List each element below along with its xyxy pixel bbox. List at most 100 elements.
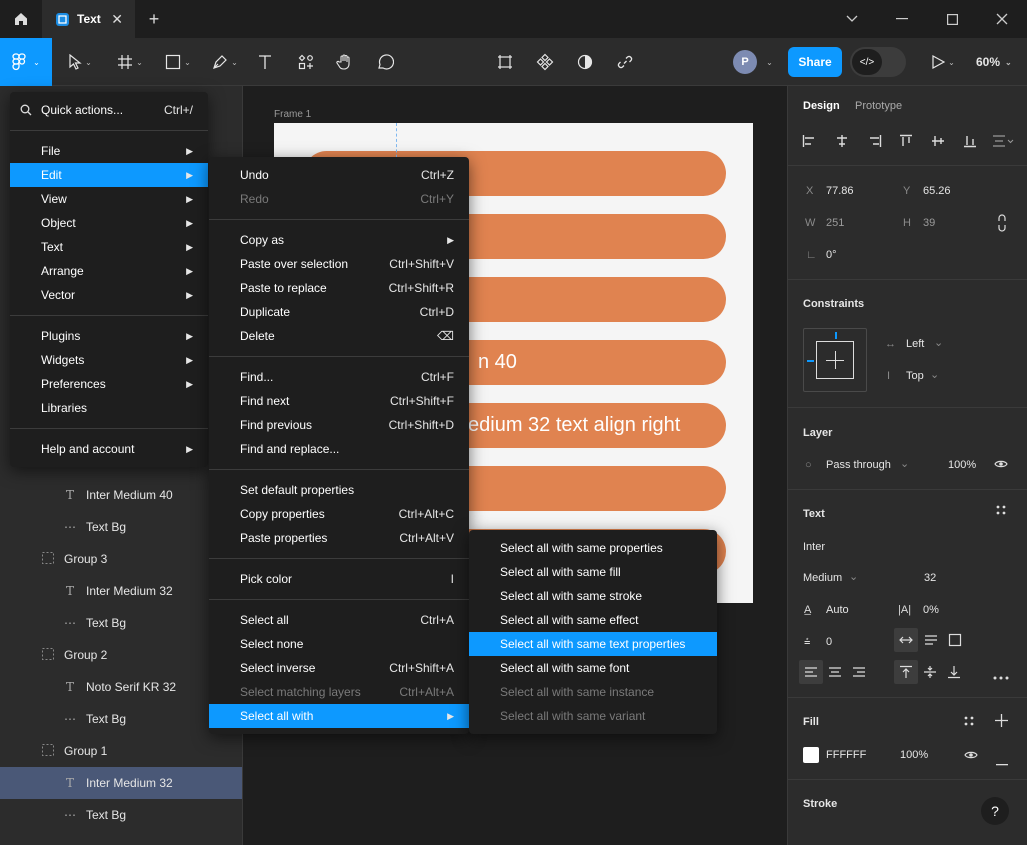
vertical-align-bottom-icon[interactable] xyxy=(947,665,961,682)
crop-button[interactable] xyxy=(492,38,518,86)
home-button[interactable] xyxy=(0,0,42,38)
vertical-align-top-button[interactable] xyxy=(894,660,918,684)
layer-item[interactable]: ⋯ Text Bg xyxy=(0,607,242,639)
menu-select-all-with-same-properties[interactable]: Select all with same properties xyxy=(469,536,717,560)
component-button[interactable] xyxy=(532,38,558,86)
menu-select-all-with-same-effect[interactable]: Select all with same effect xyxy=(469,608,717,632)
edit-menu-delete[interactable]: Delete ⌫ xyxy=(209,324,469,348)
constraints-widget[interactable] xyxy=(803,328,867,392)
eye-icon[interactable] xyxy=(994,458,1008,473)
main-menu-arrange[interactable]: Arrange ▶ xyxy=(10,259,208,283)
fixed-size-icon[interactable] xyxy=(948,633,962,650)
paragraph-spacing-field[interactable]: 0 xyxy=(826,636,832,648)
layer-opacity-field[interactable]: 100% xyxy=(948,459,976,471)
h-field[interactable]: 39 xyxy=(923,217,935,229)
layer-item[interactable]: T Inter Medium 32 xyxy=(0,575,242,607)
canvas-text[interactable]: n 40 xyxy=(478,351,517,374)
edit-menu-set-default-properties[interactable]: Set default properties xyxy=(209,478,469,502)
align-horizontal-center-icon[interactable] xyxy=(835,134,849,151)
layer-item[interactable]: T Inter Medium 32 xyxy=(0,767,242,799)
horizontal-constraint-select[interactable]: Left xyxy=(906,338,924,350)
layer-item[interactable]: Group 3 xyxy=(0,543,242,575)
move-tool[interactable]: ⌄ xyxy=(60,38,100,86)
align-right-icon[interactable] xyxy=(868,134,882,151)
frame-label[interactable]: Frame 1 xyxy=(274,109,311,120)
line-height-field[interactable]: Auto xyxy=(826,604,849,616)
text-tool[interactable] xyxy=(252,38,278,86)
maximize-button[interactable] xyxy=(927,0,977,38)
menu-select-all-with-same-fill[interactable]: Select all with same fill xyxy=(469,560,717,584)
help-button[interactable]: ? xyxy=(981,797,1009,825)
fill-styles-icon[interactable] xyxy=(963,715,975,730)
more-options-icon[interactable] xyxy=(993,668,1009,683)
edit-menu-select-all-with[interactable]: Select all with ▶ xyxy=(209,704,469,728)
text-styles-icon[interactable] xyxy=(995,504,1007,519)
edit-menu-copy-properties[interactable]: Copy properties Ctrl+Alt+C xyxy=(209,502,469,526)
link-button[interactable] xyxy=(612,38,638,86)
text-align-center-icon[interactable] xyxy=(828,666,842,681)
eye-icon[interactable] xyxy=(964,749,978,764)
font-weight-select[interactable]: Medium xyxy=(803,572,842,584)
new-tab-button[interactable]: + xyxy=(142,8,166,30)
layer-item[interactable]: Group 2 xyxy=(0,639,242,671)
letter-spacing-field[interactable]: 0% xyxy=(923,604,939,616)
tab-design[interactable]: Design xyxy=(803,100,840,112)
tab-prototype[interactable]: Prototype xyxy=(855,100,902,112)
layer-item[interactable]: ⋯ Text Bg xyxy=(0,703,242,735)
zoom-menu[interactable]: 60% ⌄ xyxy=(976,38,1012,86)
constrain-proportions-icon[interactable] xyxy=(996,214,1008,235)
chevron-down-icon[interactable]: ⌄ xyxy=(760,38,776,86)
layer-item[interactable]: Group 1 xyxy=(0,735,242,767)
main-menu-vector[interactable]: Vector ▶ xyxy=(10,283,208,307)
edit-menu-find[interactable]: Find... Ctrl+F xyxy=(209,365,469,389)
close-window-button[interactable] xyxy=(977,0,1027,38)
layer-item[interactable]: T Noto Serif KR 32 xyxy=(0,671,242,703)
main-menu-widgets[interactable]: Widgets ▶ xyxy=(10,348,208,372)
shape-tool[interactable]: ⌄ xyxy=(158,38,198,86)
menu-select-all-with-same-stroke[interactable]: Select all with same stroke xyxy=(469,584,717,608)
layer-item[interactable]: ⋯ Text Bg xyxy=(0,511,242,543)
w-field[interactable]: 251 xyxy=(826,217,844,229)
auto-width-button[interactable] xyxy=(894,628,918,652)
edit-menu-select-none[interactable]: Select none xyxy=(209,632,469,656)
mask-button[interactable] xyxy=(572,38,598,86)
edit-menu-find-previous[interactable]: Find previous Ctrl+Shift+D xyxy=(209,413,469,437)
avatar[interactable]: P xyxy=(733,50,757,74)
minimize-button[interactable] xyxy=(877,0,927,38)
resources-tool[interactable] xyxy=(292,38,320,86)
main-menu-object[interactable]: Object ▶ xyxy=(10,211,208,235)
align-vertical-center-icon[interactable] xyxy=(931,134,945,151)
main-menu-plugins[interactable]: Plugins ▶ xyxy=(10,324,208,348)
edit-menu-copy-as[interactable]: Copy as ▶ xyxy=(209,228,469,252)
menu-select-all-with-same-font[interactable]: Select all with same font xyxy=(469,656,717,680)
rotation-field[interactable]: 0° xyxy=(826,249,837,261)
blend-mode-select[interactable]: Pass through xyxy=(826,459,891,471)
canvas-text[interactable]: edium 32 text align right xyxy=(468,414,680,437)
fill-color-swatch[interactable] xyxy=(803,747,819,763)
layer-item[interactable]: T Inter Medium 40 xyxy=(0,479,242,511)
main-menu-button[interactable]: ⌄ xyxy=(0,38,52,86)
edit-menu-undo[interactable]: Undo Ctrl+Z xyxy=(209,163,469,187)
frame-tool[interactable]: ⌄ xyxy=(110,38,150,86)
edit-menu-duplicate[interactable]: Duplicate Ctrl+D xyxy=(209,300,469,324)
main-menu-help-and-account[interactable]: Help and account ▶ xyxy=(10,437,208,461)
present-button[interactable]: ⌄ xyxy=(925,38,961,86)
main-menu-file[interactable]: File ▶ xyxy=(10,139,208,163)
align-left-icon[interactable] xyxy=(802,134,816,151)
main-menu-edit[interactable]: Edit ▶ xyxy=(10,163,208,187)
y-field[interactable]: 65.26 xyxy=(923,185,951,197)
layer-item[interactable]: ⋯ Text Bg xyxy=(0,799,242,831)
quick-actions-item[interactable]: Quick actions... Ctrl+/ xyxy=(10,98,208,122)
comment-tool[interactable] xyxy=(372,38,398,86)
text-align-right-icon[interactable] xyxy=(852,666,866,681)
edit-menu-select-all[interactable]: Select all Ctrl+A xyxy=(209,608,469,632)
align-top-icon[interactable] xyxy=(899,134,913,151)
align-bottom-icon[interactable] xyxy=(963,134,977,151)
vertical-align-middle-icon[interactable] xyxy=(923,665,937,682)
edit-menu-find-and-replace[interactable]: Find and replace... xyxy=(209,437,469,461)
x-field[interactable]: 77.86 xyxy=(826,185,854,197)
main-menu-preferences[interactable]: Preferences ▶ xyxy=(10,372,208,396)
file-tab[interactable]: Text ✕ xyxy=(42,0,135,38)
edit-menu-paste-properties[interactable]: Paste properties Ctrl+Alt+V xyxy=(209,526,469,550)
dev-mode-toggle[interactable]: </> xyxy=(850,47,906,77)
